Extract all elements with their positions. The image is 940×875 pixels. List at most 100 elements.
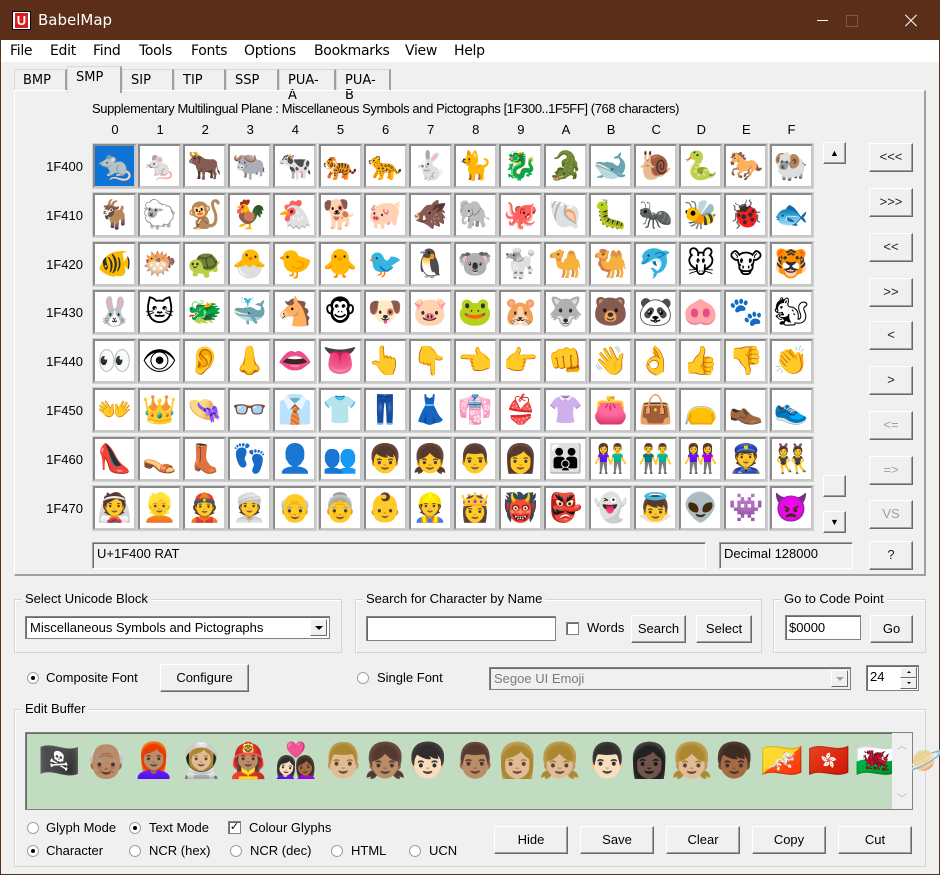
character-cell[interactable]: 🐨 bbox=[452, 240, 498, 287]
character-cell[interactable]: 👵 bbox=[317, 484, 363, 531]
character-cell[interactable]: 👝 bbox=[678, 387, 724, 433]
character-cell[interactable]: 👸 bbox=[452, 484, 498, 531]
character-cell[interactable]: 🐉 bbox=[497, 143, 543, 189]
menu-options[interactable]: Options bbox=[244, 43, 296, 59]
tab-pua-b[interactable]: PUA-B bbox=[336, 69, 391, 103]
character-cell[interactable]: 🐄 bbox=[272, 143, 318, 189]
variation-selector-button[interactable]: VS bbox=[869, 500, 913, 529]
buffer-scrollbar[interactable]: ︿ ﹀ bbox=[892, 733, 912, 809]
tab-bmp[interactable]: BMP bbox=[14, 69, 67, 91]
character-cell[interactable]: 🐿 bbox=[768, 289, 814, 336]
character-cell[interactable]: 🐤 bbox=[272, 240, 318, 287]
character-cell[interactable]: 👄 bbox=[272, 338, 318, 385]
character-cell[interactable]: 🐔 bbox=[272, 191, 318, 238]
chevron-down-icon[interactable] bbox=[310, 619, 327, 636]
next-block-button[interactable]: >> bbox=[869, 278, 913, 307]
format-ucn-radio[interactable] bbox=[409, 845, 421, 857]
character-cell[interactable]: 🐝 bbox=[678, 191, 724, 238]
character-cell[interactable]: 👅 bbox=[317, 338, 363, 385]
character-cell[interactable]: 🐡 bbox=[137, 240, 183, 287]
character-cell[interactable]: 👰 bbox=[92, 484, 137, 531]
menu-edit[interactable]: Edit bbox=[50, 43, 76, 59]
tab-sip[interactable]: SIP bbox=[122, 69, 174, 91]
scroll-up-button[interactable]: ▲ bbox=[823, 142, 846, 164]
words-checkbox[interactable] bbox=[566, 622, 579, 635]
character-cell[interactable]: 👭 bbox=[678, 435, 724, 482]
character-cell[interactable]: 👞 bbox=[723, 387, 769, 433]
character-cell[interactable]: 👡 bbox=[137, 435, 183, 482]
character-cell[interactable]: 👏 bbox=[768, 338, 814, 385]
character-cell[interactable]: 👍 bbox=[678, 338, 724, 385]
prev-row-button[interactable]: < bbox=[869, 321, 913, 350]
character-cell[interactable]: 👀 bbox=[92, 338, 137, 385]
character-cell[interactable]: 🐵 bbox=[317, 289, 363, 336]
character-cell[interactable]: 👙 bbox=[497, 387, 543, 433]
next-row-button[interactable]: > bbox=[869, 366, 913, 395]
hide-button[interactable]: Hide bbox=[494, 826, 568, 854]
character-cell[interactable]: 👱 bbox=[137, 484, 183, 531]
grid-scrollbar[interactable]: ▲ ▼ bbox=[823, 142, 846, 533]
chevron-up-icon[interactable]: ︿ bbox=[897, 737, 907, 752]
character-cell[interactable]: 🐗 bbox=[407, 191, 453, 238]
character-cell[interactable]: 👴 bbox=[272, 484, 318, 531]
character-cell[interactable]: 🐊 bbox=[543, 143, 588, 189]
character-cell[interactable]: 🐏 bbox=[768, 143, 814, 189]
character-cell[interactable]: 👋 bbox=[588, 338, 634, 385]
character-cell[interactable]: 👥 bbox=[317, 435, 363, 482]
character-cell[interactable]: 👬 bbox=[633, 435, 679, 482]
chevron-down-icon[interactable] bbox=[831, 670, 848, 687]
character-cell[interactable]: 🐍 bbox=[678, 143, 724, 189]
character-cell[interactable]: 🐎 bbox=[723, 143, 769, 189]
character-cell[interactable]: 🐯 bbox=[768, 240, 814, 287]
character-cell[interactable]: 🐻 bbox=[588, 289, 634, 336]
character-cell[interactable]: 🐞 bbox=[723, 191, 769, 238]
character-cell[interactable]: 🐌 bbox=[633, 143, 679, 189]
menu-tools[interactable]: Tools bbox=[139, 43, 172, 59]
menu-file[interactable]: File bbox=[10, 43, 33, 59]
select-button[interactable]: Select bbox=[696, 615, 752, 643]
character-cell[interactable]: 👪 bbox=[543, 435, 588, 482]
character-cell[interactable]: 👿 bbox=[768, 484, 814, 531]
character-cell[interactable]: 🐧 bbox=[407, 240, 453, 287]
character-cell[interactable]: 👐 bbox=[92, 387, 137, 433]
search-button[interactable]: Search bbox=[631, 615, 686, 643]
character-cell[interactable]: 👕 bbox=[317, 387, 363, 433]
character-cell[interactable]: 👨 bbox=[452, 435, 498, 482]
character-cell[interactable]: 👔 bbox=[272, 387, 318, 433]
character-cell[interactable]: 🐜 bbox=[633, 191, 679, 238]
copy-button[interactable]: Copy bbox=[752, 826, 826, 854]
character-cell[interactable]: 🐂 bbox=[182, 143, 228, 189]
character-cell[interactable]: 👼 bbox=[633, 484, 679, 531]
cut-button[interactable]: Cut bbox=[838, 826, 912, 854]
colour-glyphs-checkbox[interactable]: ✓ bbox=[228, 821, 241, 834]
search-input[interactable] bbox=[366, 616, 556, 641]
character-cell[interactable]: 🐘 bbox=[452, 191, 498, 238]
character-cell[interactable]: 🐖 bbox=[362, 191, 408, 238]
menu-help[interactable]: Help bbox=[454, 43, 485, 59]
character-cell[interactable]: 🐅 bbox=[317, 143, 363, 189]
character-cell[interactable]: 🐭 bbox=[678, 240, 724, 287]
character-cell[interactable]: 🐑 bbox=[137, 191, 183, 238]
spin-up-icon[interactable] bbox=[900, 667, 917, 678]
character-cell[interactable]: 👉 bbox=[497, 338, 543, 385]
character-cell[interactable]: 🐮 bbox=[723, 240, 769, 287]
menu-find[interactable]: Find bbox=[93, 43, 121, 59]
character-cell[interactable]: 👹 bbox=[497, 484, 543, 531]
glyph-mode-radio[interactable] bbox=[27, 822, 39, 834]
prev-char-button[interactable]: <= bbox=[869, 411, 913, 440]
character-cell[interactable]: 🐒 bbox=[182, 191, 228, 238]
character-cell[interactable]: 👛 bbox=[588, 387, 634, 433]
character-cell[interactable]: 🐫 bbox=[588, 240, 634, 287]
character-cell[interactable]: 👃 bbox=[227, 338, 273, 385]
character-cell[interactable]: 🐾 bbox=[723, 289, 769, 336]
character-cell[interactable]: 🐺 bbox=[543, 289, 588, 336]
character-cell[interactable]: 👧 bbox=[407, 435, 453, 482]
character-cell[interactable]: 🐣 bbox=[227, 240, 273, 287]
character-cell[interactable]: 👠 bbox=[92, 435, 137, 482]
character-cell[interactable]: 👎 bbox=[723, 338, 769, 385]
go-button[interactable]: Go bbox=[870, 615, 913, 643]
character-cell[interactable]: 🐽 bbox=[678, 289, 724, 336]
character-cell[interactable]: 🐴 bbox=[272, 289, 318, 336]
next-char-button[interactable]: => bbox=[869, 456, 913, 485]
last-page-button[interactable]: >>> bbox=[869, 188, 913, 217]
